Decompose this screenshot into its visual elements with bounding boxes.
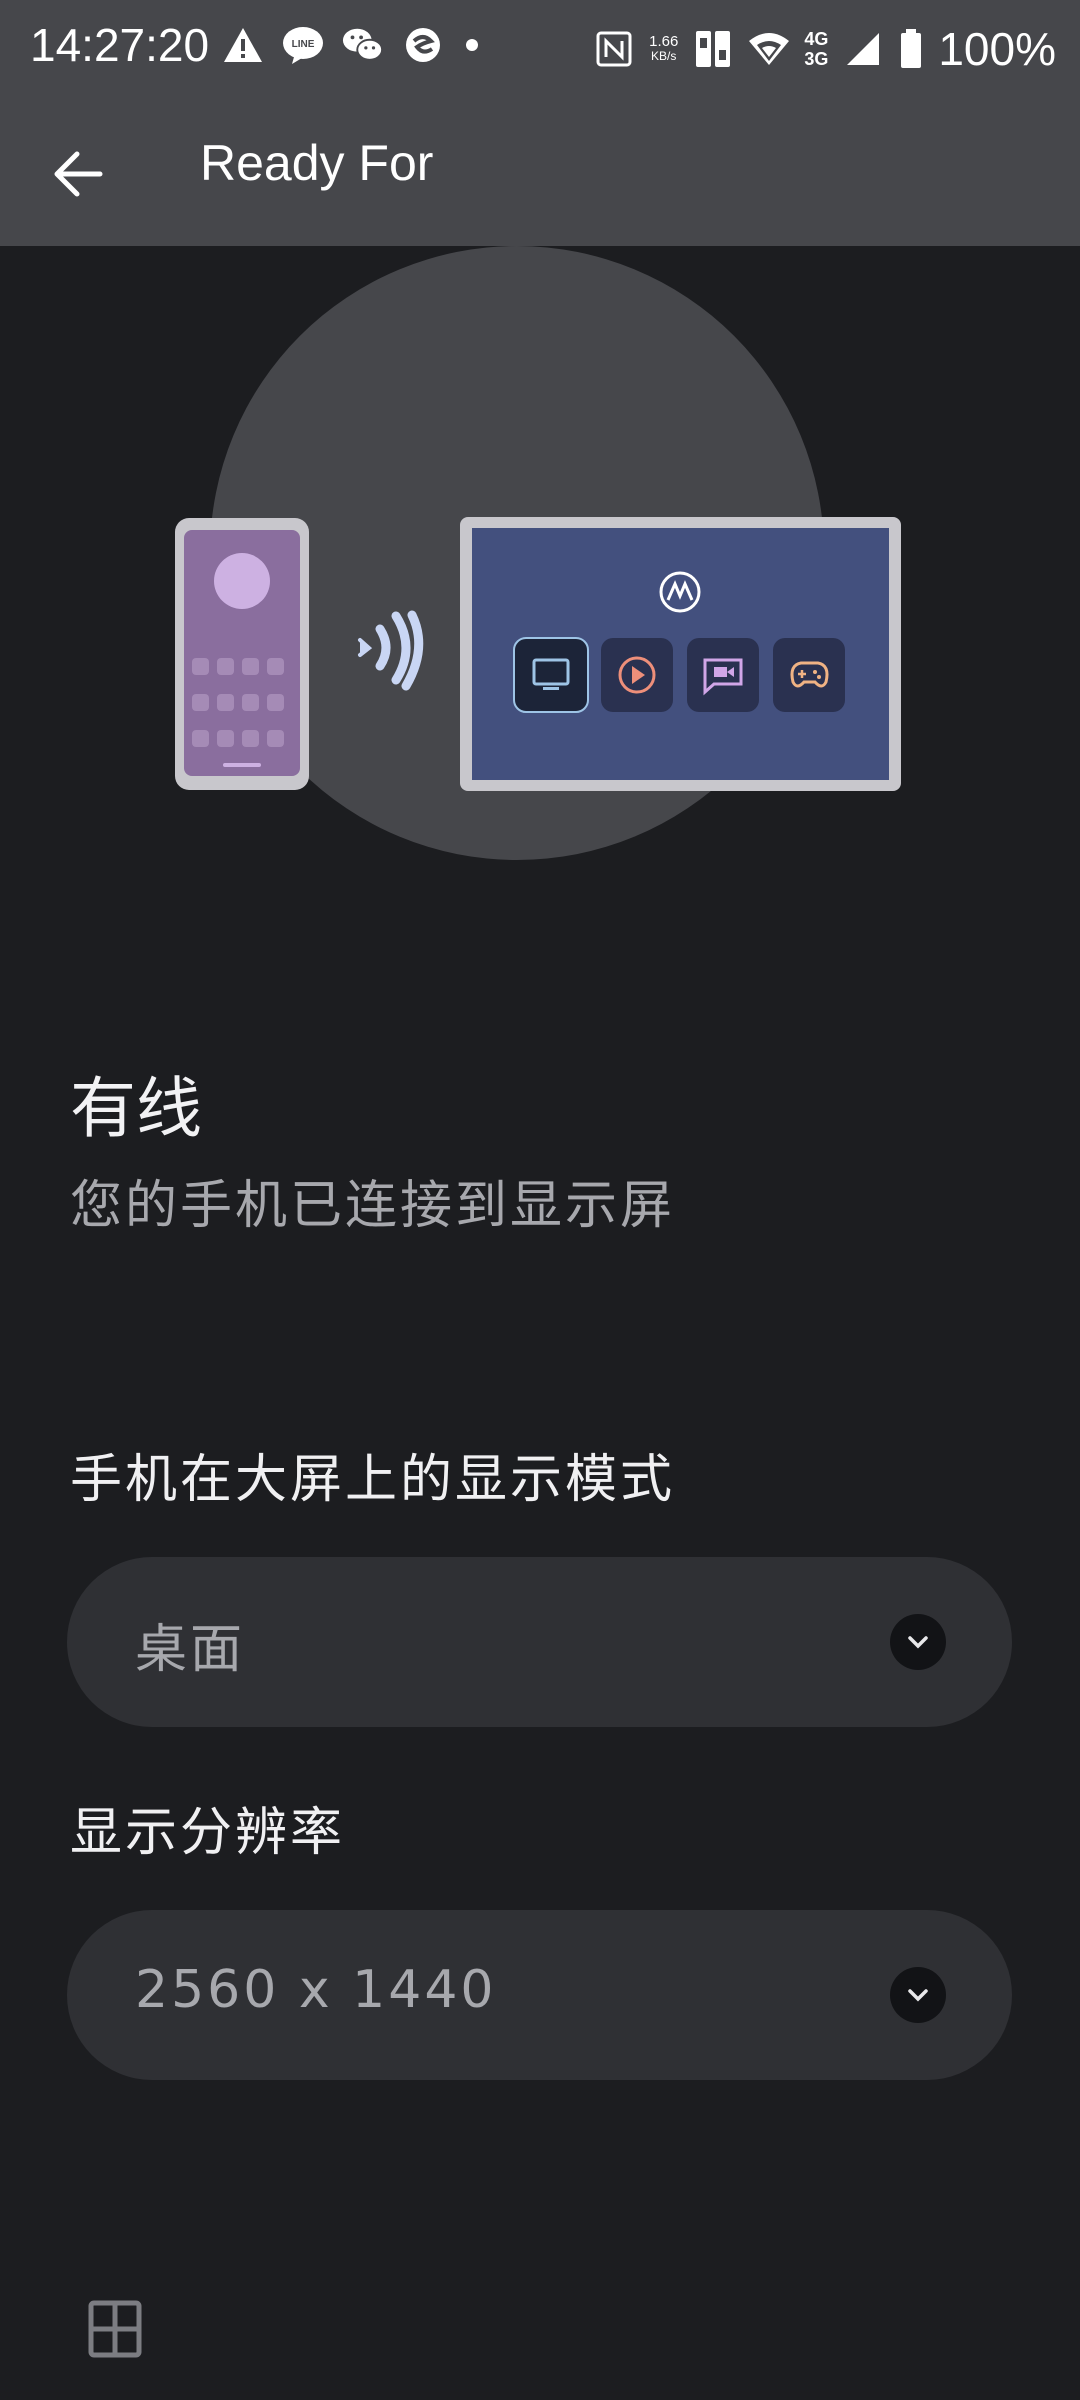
net-speed: 1.66 KB/s <box>649 34 678 64</box>
chevron-down-icon[interactable] <box>890 1614 946 1670</box>
net-speed-unit: KB/s <box>651 49 677 63</box>
net-speed-value: 1.66 <box>649 33 679 50</box>
connection-subtitle: 您的手机已连接到显示屏 <box>70 1176 676 1236</box>
app-bar: Ready For <box>0 96 1080 246</box>
chevron-down-icon[interactable] <box>890 1967 946 2023</box>
wifi-icon <box>748 28 790 70</box>
resolution-value: 2560 x 1440 <box>135 1960 497 2020</box>
network-3g: 3G <box>804 49 829 69</box>
back-button[interactable] <box>40 136 116 212</box>
line-app-icon: LINE <box>282 24 324 66</box>
svg-text:LINE: LINE <box>292 39 315 50</box>
display-mode-value: 桌面 <box>135 1620 246 1680</box>
game-mode-icon <box>773 638 845 712</box>
resolution-dropdown[interactable]: 2560 x 1440 <box>67 1910 1012 2080</box>
connection-illustration <box>0 246 1080 986</box>
monitor-illustration <box>460 517 901 791</box>
wechat-icon <box>342 24 384 66</box>
page-title: Ready For <box>200 135 434 191</box>
status-time: 14:27:20 <box>30 19 210 71</box>
desktop-mode-icon <box>513 637 589 713</box>
connection-title: 有线 <box>70 1070 202 1147</box>
display-mode-dropdown[interactable]: 桌面 <box>67 1557 1012 1727</box>
signal-icon <box>842 28 884 70</box>
dual-sim-icon <box>692 28 734 70</box>
battery-icon <box>898 28 924 70</box>
battery-percent: 100% <box>938 23 1056 75</box>
resolution-label: 显示分辨率 <box>70 1803 346 1863</box>
grid-icon[interactable] <box>88 2300 142 2358</box>
dot-icon <box>466 39 478 51</box>
network-type: 4G 3G <box>804 29 828 69</box>
network-4g: 4G <box>804 29 829 49</box>
display-mode-label: 手机在大屏上的显示模式 <box>70 1450 676 1510</box>
alert-icon <box>222 24 264 66</box>
system-icons: 1.66 KB/s 4G 3G 100% <box>593 22 1056 76</box>
notification-icons: LINE <box>222 24 478 66</box>
edge-app-icon <box>402 24 444 66</box>
status-bar: 14:27:20 LINE 1.66 KB/s 4G 3G 100% <box>0 0 1080 96</box>
arrow-back-icon <box>54 151 103 197</box>
phone-illustration <box>175 518 309 790</box>
nfc-icon <box>593 28 635 70</box>
